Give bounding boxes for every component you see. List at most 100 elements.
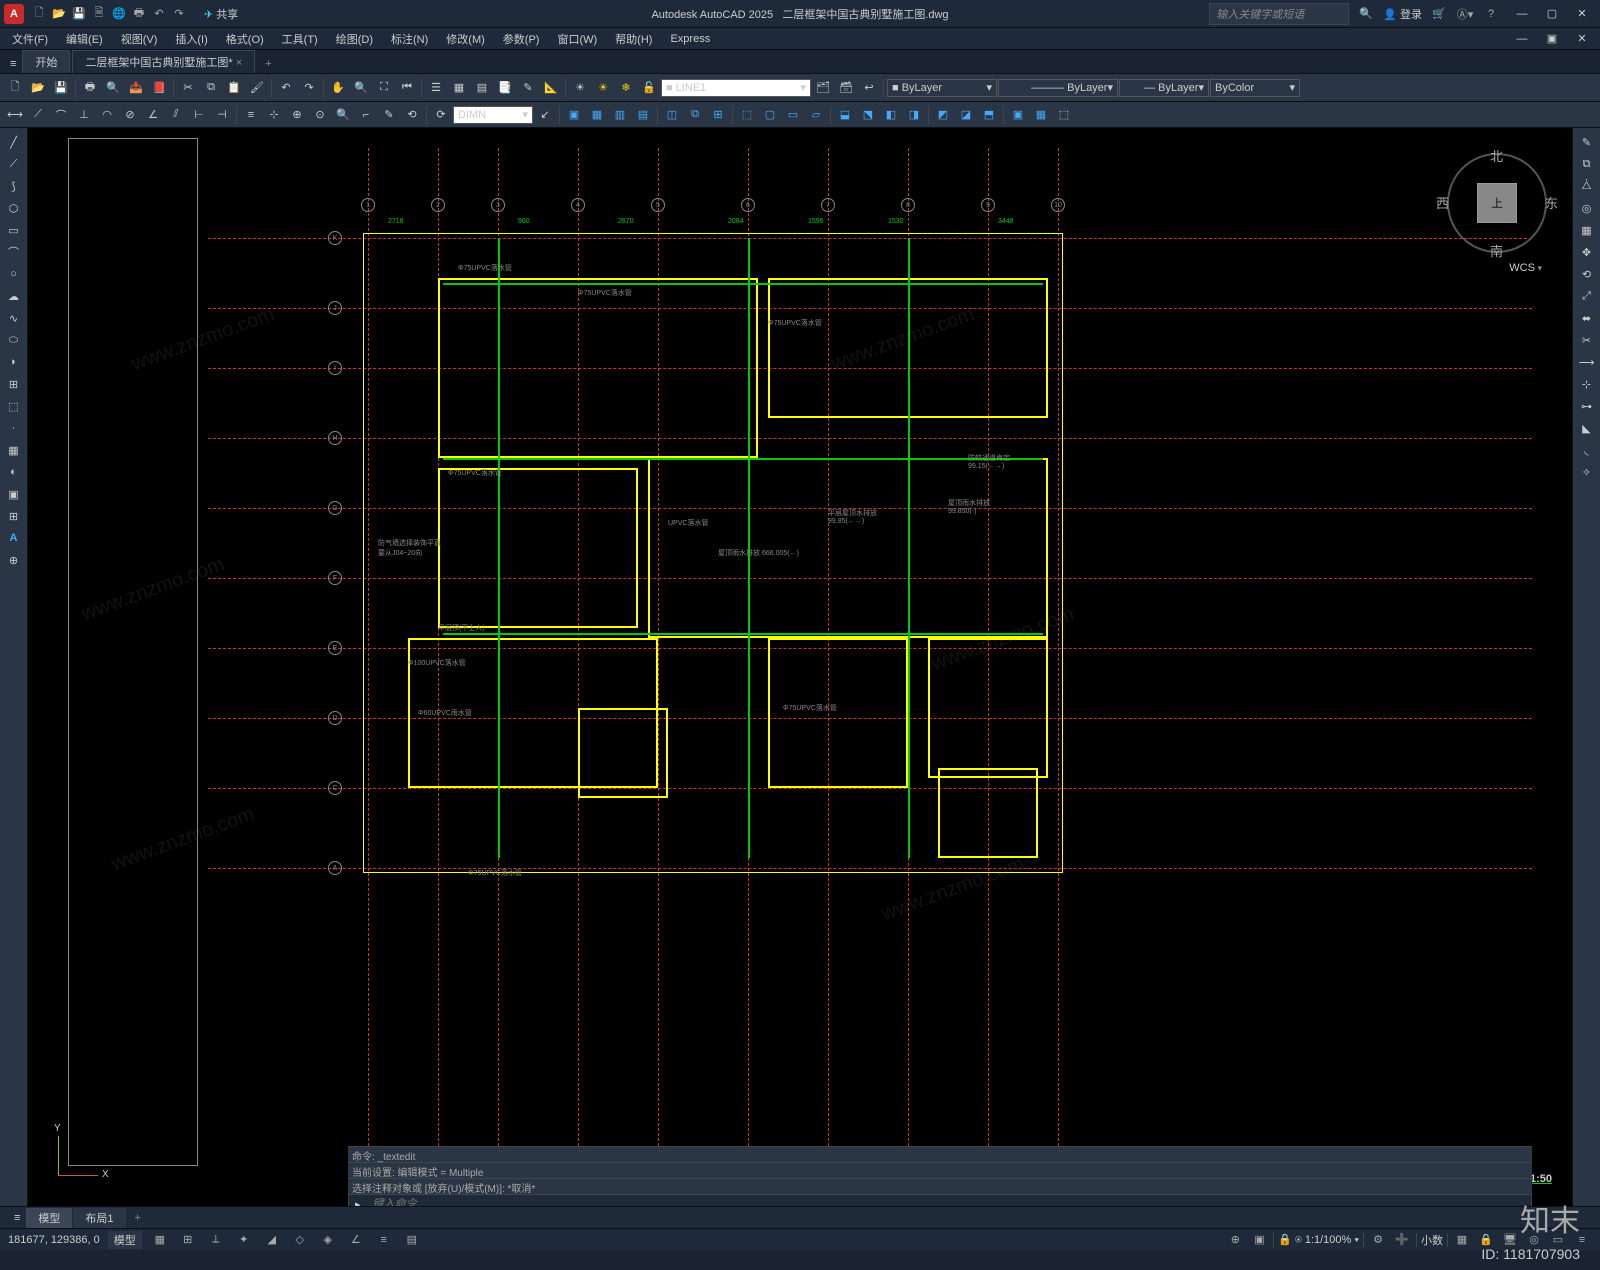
preview-icon[interactable]: 🔍 — [102, 77, 124, 99]
mirror-icon[interactable]: ⧊ — [1575, 176, 1599, 196]
dimupdate-icon[interactable]: ⟳ — [430, 104, 452, 126]
layermgr-icon[interactable]: 🗂 — [812, 77, 834, 99]
spline-icon[interactable]: ∿ — [2, 308, 26, 328]
new-icon[interactable]: 🗋 — [30, 5, 48, 23]
minimize-button[interactable]: — — [1508, 4, 1536, 24]
new-icon[interactable]: 🗋 — [4, 77, 26, 99]
login-button[interactable]: 👤 登录 — [1383, 6, 1422, 22]
zoomwin-icon[interactable]: ⛶ — [373, 77, 395, 99]
b12-icon[interactable]: ⬓ — [834, 104, 856, 126]
linetype-select[interactable]: ——— ByLayer▾ — [998, 79, 1118, 97]
menu-draw[interactable]: 绘图(D) — [328, 29, 381, 49]
region-icon[interactable]: ▣ — [2, 484, 26, 504]
print-icon[interactable]: 🖶 — [79, 77, 101, 99]
web-icon[interactable]: 🌐 — [110, 5, 128, 23]
plotstyle-select[interactable]: ByColor▾ — [1210, 79, 1300, 97]
snap-icon[interactable]: ⊞ — [178, 1231, 198, 1249]
layerstate-icon[interactable]: 🗃 — [835, 77, 857, 99]
tab-document[interactable]: 二层框架中国古典别墅施工图* × — [72, 50, 255, 73]
b5-icon[interactable]: ◫ — [661, 104, 683, 126]
revcloud-icon[interactable]: ☁ — [2, 286, 26, 306]
hatch-icon[interactable]: ▦ — [2, 440, 26, 460]
dim-rad-icon[interactable]: ◠ — [96, 104, 118, 126]
tool-icon[interactable]: ▤ — [471, 77, 493, 99]
move-icon[interactable]: ✥ — [1575, 242, 1599, 262]
layer4-icon[interactable]: 🔓 — [638, 77, 660, 99]
break-icon[interactable]: ⊹ — [1575, 374, 1599, 394]
coords[interactable]: 181677, 129386, 0 — [8, 1234, 100, 1246]
trim-icon[interactable]: ✂ — [1575, 330, 1599, 350]
dim-cont-icon[interactable]: ⊣ — [211, 104, 233, 126]
copy-icon[interactable]: ⧉ — [200, 77, 222, 99]
dim-quick-icon[interactable]: ⫽ — [165, 104, 187, 126]
open-icon[interactable]: 📂 — [27, 77, 49, 99]
menu-modify[interactable]: 修改(M) — [438, 29, 493, 49]
fillet-icon[interactable]: ◟ — [1575, 440, 1599, 460]
command-input[interactable] — [373, 1198, 1525, 1206]
iso-icon[interactable]: ◢ — [262, 1231, 282, 1249]
layer-icon[interactable]: ☀ — [569, 77, 591, 99]
plot-icon[interactable]: 🖶 — [130, 5, 148, 23]
saveas-icon[interactable]: 🗎 — [90, 5, 108, 23]
b4-icon[interactable]: ▤ — [632, 104, 654, 126]
ortho-icon[interactable]: ⟂ — [206, 1231, 226, 1249]
trans-icon[interactable]: ▤ — [402, 1231, 422, 1249]
centermark-icon[interactable]: ⊙ — [309, 104, 331, 126]
b20-icon[interactable]: ▦ — [1030, 104, 1052, 126]
table-icon[interactable]: ⊞ — [2, 506, 26, 526]
menu-edit[interactable]: 编辑(E) — [58, 29, 111, 49]
ellipse-icon[interactable]: ⬭ — [2, 330, 26, 350]
point-icon[interactable]: · — [2, 418, 26, 438]
block-icon[interactable]: ⬚ — [2, 396, 26, 416]
layer3-icon[interactable]: ❄ — [615, 77, 637, 99]
ellipsearc-icon[interactable]: ◗ — [2, 352, 26, 372]
close-tab-icon[interactable]: × — [236, 57, 242, 69]
doc-restore[interactable]: ▣ — [1538, 29, 1566, 49]
dim-aligned-icon[interactable]: ⟋ — [27, 104, 49, 126]
b16-icon[interactable]: ◩ — [932, 104, 954, 126]
pline-icon[interactable]: ⟆ — [2, 176, 26, 196]
dimedit-icon[interactable]: ✎ — [378, 104, 400, 126]
mtabs-menu[interactable]: ≡ — [8, 1210, 26, 1226]
doc-close[interactable]: ✕ — [1568, 29, 1596, 49]
menu-view[interactable]: 视图(V) — [113, 29, 166, 49]
menu-window[interactable]: 窗口(W) — [549, 29, 605, 49]
menu-help[interactable]: 帮助(H) — [607, 29, 660, 49]
dim-base-icon[interactable]: ⊢ — [188, 104, 210, 126]
dim-ord-icon[interactable]: ⊥ — [73, 104, 95, 126]
rotate-icon[interactable]: ⟲ — [1575, 264, 1599, 284]
dim-linear-icon[interactable]: ⟷ — [4, 104, 26, 126]
app-icon[interactable]: A — [4, 4, 24, 24]
layer-select[interactable]: ■ LINE1▾ — [661, 79, 811, 97]
tab-start[interactable]: 开始 — [22, 50, 70, 73]
b6-icon[interactable]: ⧉ — [684, 104, 706, 126]
help-icon[interactable]: ? — [1482, 5, 1500, 23]
menu-insert[interactable]: 插入(I) — [167, 29, 215, 49]
mtext-icon[interactable]: A — [2, 528, 26, 548]
b11-icon[interactable]: ▱ — [805, 104, 827, 126]
dim-break-icon[interactable]: ⊹ — [263, 104, 285, 126]
dimtedit-icon[interactable]: ⟲ — [401, 104, 423, 126]
viewcube-top[interactable]: 上 — [1477, 183, 1517, 223]
b21-icon[interactable]: ⬚ — [1053, 104, 1075, 126]
osnap-icon[interactable]: ◇ — [290, 1231, 310, 1249]
line-icon[interactable]: ╱ — [2, 132, 26, 152]
polygon-icon[interactable]: ⬡ — [2, 198, 26, 218]
polar-icon[interactable]: ✦ — [234, 1231, 254, 1249]
help-search[interactable]: 输入关键字或短语 — [1209, 3, 1349, 25]
dim-arc-icon[interactable]: ⌒ — [50, 104, 72, 126]
circle-icon[interactable]: ○ — [2, 264, 26, 284]
explode-icon[interactable]: ✧ — [1575, 462, 1599, 482]
command-icon[interactable]: ▸_ — [355, 1198, 367, 1207]
anno-scale[interactable]: 🔒 ⍟ 1:1/100% ▾ — [1278, 1233, 1359, 1247]
tabbar-menu[interactable]: ≡ — [4, 55, 22, 73]
quickcalc-icon[interactable]: 📐 — [540, 77, 562, 99]
design-icon[interactable]: ▦ — [448, 77, 470, 99]
undo-icon[interactable]: ↶ — [275, 77, 297, 99]
tab-layout-add[interactable]: + — [127, 1209, 149, 1227]
b17-icon[interactable]: ◪ — [955, 104, 977, 126]
undo-icon[interactable]: ↶ — [150, 5, 168, 23]
b3-icon[interactable]: ▥ — [609, 104, 631, 126]
gradient-icon[interactable]: ◐ — [2, 462, 26, 482]
sheet-icon[interactable]: 📑 — [494, 77, 516, 99]
